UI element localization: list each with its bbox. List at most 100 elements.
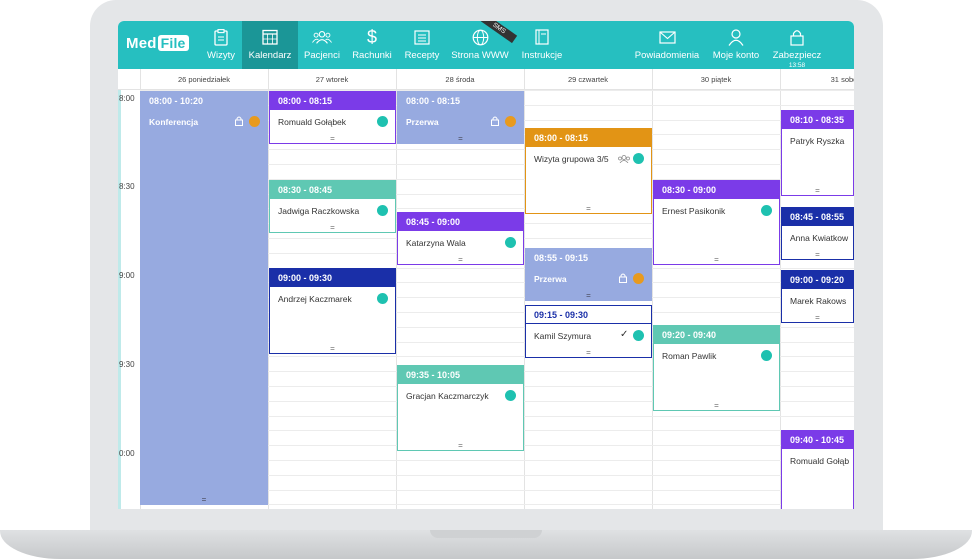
calendar-event[interactable]: 08:00 - 08:15 Wizyta grupowa 3/5 = — [525, 128, 652, 214]
calendar-icon — [260, 27, 280, 47]
resize-handle[interactable]: = — [141, 495, 267, 504]
calendar-event[interactable]: 08:00 - 10:20 Konferencja = — [140, 91, 268, 505]
event-title: Romuald Gołąbek — [278, 117, 347, 127]
event-time: 09:40 - 10:45 — [782, 431, 853, 449]
calendar-event[interactable]: 09:20 - 09:40 Roman Pawlik = — [653, 325, 780, 411]
app-screen: Med File Wizyty Kalendarz Pacjenci $ Rach… — [118, 21, 854, 509]
calendar-event[interactable]: 09:40 - 10:45 Romuald Gołąb = — [781, 430, 854, 509]
calendar-event[interactable]: 08:30 - 09:00 Ernest Pasikonik = — [653, 180, 780, 265]
status-dot-icon — [505, 390, 516, 401]
day-header[interactable]: 29 czwartek — [524, 69, 652, 90]
resize-handle[interactable]: = — [654, 255, 779, 264]
event-title: Kamil Szymura — [534, 331, 592, 341]
event-title: Wizyta grupowa 3/5 — [534, 154, 609, 164]
event-title: Ernest Pasikonik — [662, 206, 726, 216]
resize-handle[interactable]: = — [398, 441, 523, 450]
resize-handle[interactable]: = — [398, 255, 523, 264]
calendar-event[interactable]: 09:00 - 09:30 Andrzej Kaczmarek = — [269, 268, 396, 354]
event-title: Konferencja — [149, 117, 199, 127]
status-dot-icon — [761, 205, 772, 216]
status-dot-icon — [377, 293, 388, 304]
event-time: 09:20 - 09:40 — [654, 326, 779, 344]
status-dot-icon — [633, 273, 644, 284]
session-timer: 13:58 — [788, 62, 806, 69]
event-title: Andrzej Kaczmarek — [278, 294, 352, 304]
book-icon — [532, 27, 552, 47]
status-dot-icon — [505, 237, 516, 248]
day-header[interactable]: 31 sobo — [780, 69, 854, 90]
resize-handle[interactable]: = — [782, 186, 853, 195]
user-icon — [726, 27, 746, 47]
event-time: 09:00 - 09:30 — [270, 269, 395, 287]
resize-handle[interactable]: = — [654, 401, 779, 410]
users-icon — [312, 27, 332, 47]
calendar-event[interactable]: 09:15 - 09:30 Kamil Szymura ✓ = — [525, 305, 652, 358]
calendar-event[interactable]: 09:00 - 09:20 Marek Rakows = — [781, 270, 854, 323]
calendar-event[interactable]: 09:35 - 10:05 Gracjan Kaczmarczyk = — [397, 365, 524, 451]
status-dot-icon — [633, 330, 644, 341]
event-time: 09:00 - 09:20 — [782, 271, 853, 289]
status-dot-icon — [761, 350, 772, 361]
day-header[interactable]: 27 wtorek — [268, 69, 396, 90]
event-time: 08:30 - 09:00 — [654, 181, 779, 199]
nav-instrukcje[interactable]: Instrukcje — [518, 21, 566, 69]
day-header[interactable]: 26 poniedziałek — [140, 69, 268, 90]
calendar-event[interactable]: 08:00 - 08:15 Przerwa = — [397, 91, 524, 144]
event-time: 08:00 - 08:15 — [526, 129, 651, 147]
nav-zabezpiecz[interactable]: Zabezpiecz 13:58 — [770, 21, 824, 69]
nav-powiadomienia[interactable]: Powiadomienia — [632, 21, 702, 69]
time-gutter — [118, 69, 121, 509]
resize-handle[interactable]: = — [270, 223, 395, 232]
mail-icon — [657, 27, 677, 47]
event-title: Katarzyna Wala — [406, 238, 466, 248]
nav-wizyty[interactable]: Wizyty — [202, 21, 240, 69]
event-time: 09:15 - 09:30 — [526, 306, 651, 324]
medfile-logo[interactable]: Med File — [126, 35, 189, 52]
event-title: Gracjan Kaczmarczyk — [406, 391, 489, 401]
day-header[interactable]: 30 piątek — [652, 69, 780, 90]
resize-handle[interactable]: = — [526, 348, 651, 357]
lock-icon — [491, 116, 499, 126]
time-label: 8:00 — [119, 94, 135, 103]
calendar-event[interactable]: 08:45 - 08:55 Anna Kwiatkow = — [781, 207, 854, 260]
resize-handle[interactable]: = — [782, 313, 853, 322]
event-time: 08:00 - 08:15 — [406, 96, 461, 106]
resize-handle[interactable]: = — [270, 344, 395, 353]
day-header[interactable]: 28 środa — [396, 69, 524, 90]
top-nav: Med File Wizyty Kalendarz Pacjenci $ Rach… — [118, 21, 854, 69]
event-title: Przerwa — [406, 117, 439, 127]
column-divider — [652, 69, 653, 509]
day-header-row: 26 poniedziałek 27 wtorek 28 środa 29 cz… — [118, 69, 854, 90]
nav-moje-konto[interactable]: Moje konto — [710, 21, 762, 69]
calendar-event[interactable]: 08:55 - 09:15 Przerwa = — [525, 248, 652, 301]
nav-recepty[interactable]: Recepty — [402, 21, 442, 69]
event-time: 08:45 - 08:55 — [782, 208, 853, 226]
event-title: Roman Pawlik — [662, 351, 717, 361]
resize-handle[interactable]: = — [270, 134, 395, 143]
status-dot-icon — [377, 205, 388, 216]
event-time: 08:00 - 10:20 — [149, 96, 204, 106]
event-title: Marek Rakows — [790, 296, 847, 306]
event-time: 08:45 - 09:00 — [398, 213, 523, 231]
nav-rachunki[interactable]: $ Rachunki — [350, 21, 394, 69]
status-dot-icon — [377, 116, 388, 127]
resize-handle[interactable]: = — [782, 250, 853, 259]
lock-icon — [235, 116, 243, 126]
calendar-event[interactable]: 08:00 - 08:15 Romuald Gołąbek = — [269, 91, 396, 144]
resize-handle[interactable]: = — [526, 291, 651, 300]
calendar-event[interactable]: 08:30 - 08:45 Jadwiga Raczkowska = — [269, 180, 396, 233]
calendar-event[interactable]: 08:10 - 08:35 Patryk Ryszka = — [781, 110, 854, 196]
status-dot-icon — [249, 116, 260, 127]
resize-handle[interactable]: = — [782, 506, 853, 509]
nav-pacjenci[interactable]: Pacjenci — [302, 21, 342, 69]
event-title: Patryk Ryszka — [790, 136, 845, 146]
resize-handle[interactable]: = — [398, 134, 523, 143]
list-icon — [412, 27, 432, 47]
event-time: 08:10 - 08:35 — [782, 111, 853, 129]
clipboard-icon — [211, 27, 231, 47]
calendar-event[interactable]: 08:45 - 09:00 Katarzyna Wala = — [397, 212, 524, 265]
status-dot-icon — [633, 153, 644, 164]
event-title: Anna Kwiatkow — [790, 233, 849, 243]
resize-handle[interactable]: = — [526, 204, 651, 213]
nav-kalendarz[interactable]: Kalendarz — [242, 21, 298, 69]
